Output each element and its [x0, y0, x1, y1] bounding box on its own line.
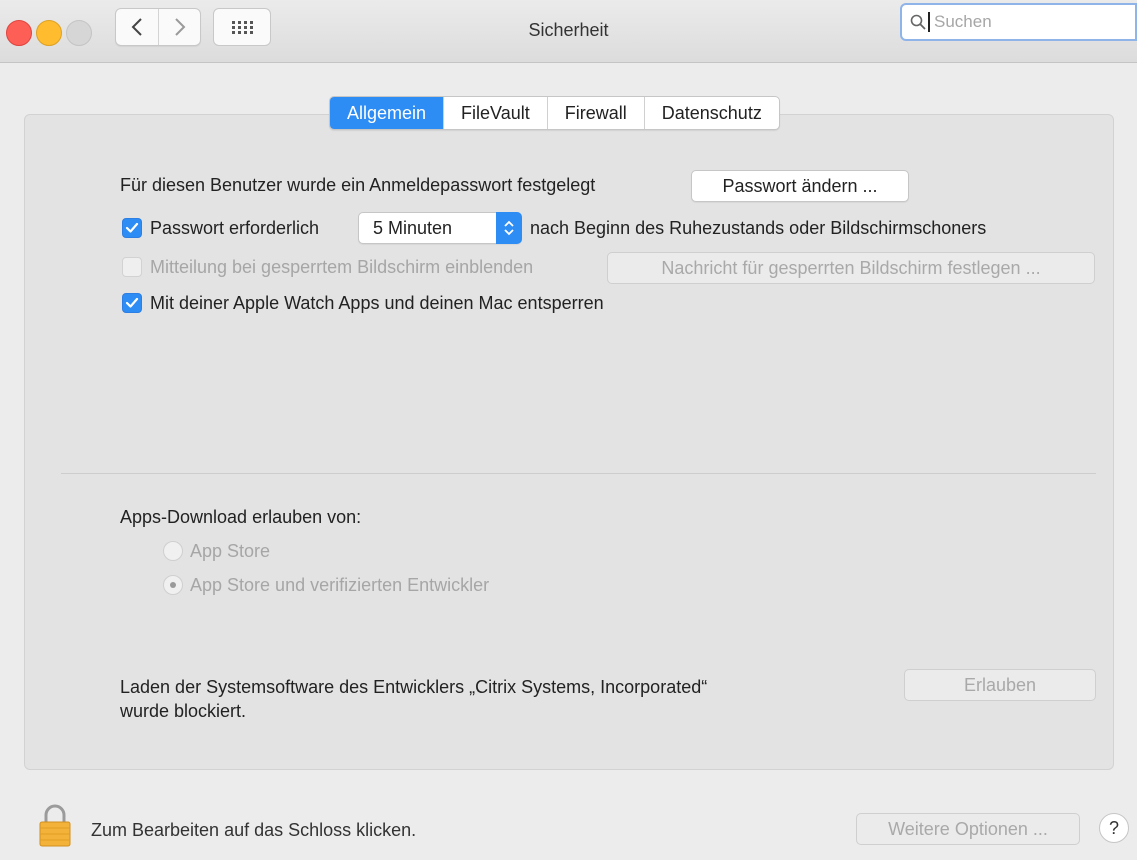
search-icon: [910, 14, 926, 30]
checkmark-icon: [125, 222, 139, 233]
login-password-text: Für diesen Benutzer wurde ein Anmeldepas…: [120, 175, 596, 195]
require-password-suffix: nach Beginn des Ruhezustands oder Bildsc…: [530, 218, 987, 238]
search-input[interactable]: [928, 12, 1124, 32]
tab-filevault[interactable]: FileVault: [443, 97, 547, 129]
radio-selected-dot: [170, 582, 176, 588]
password-delay-value: 5 Minuten: [373, 218, 453, 238]
set-lock-message-button[interactable]: Nachricht für gesperrten Bildschirm fest…: [607, 252, 1095, 284]
blocked-text-line1: Laden der Systemsoftware des Entwicklers…: [120, 677, 708, 697]
radio-app-store-label: App Store: [190, 541, 271, 561]
require-password-label: Passwort erforderlich: [150, 218, 320, 238]
title-bar: Sicherheit: [0, 0, 1137, 63]
allow-button[interactable]: Erlauben: [904, 669, 1096, 701]
tab-datenschutz[interactable]: Datenschutz: [643, 97, 779, 129]
section-divider: [61, 473, 1096, 474]
lock-message-checkbox[interactable]: [122, 257, 142, 277]
require-password-checkbox[interactable]: [122, 218, 142, 238]
password-delay-popup[interactable]: 5 Minuten: [358, 212, 522, 244]
change-password-button[interactable]: Passwort ändern ...: [691, 170, 909, 202]
popup-arrows-icon: [496, 212, 522, 244]
apple-watch-label: Mit deiner Apple Watch Apps und deinen M…: [150, 293, 604, 313]
search-field[interactable]: [900, 3, 1137, 41]
lock-hint-text: Zum Bearbeiten auf das Schloss klicken.: [91, 820, 417, 840]
more-options-button[interactable]: Weitere Optionen ...: [856, 813, 1080, 845]
checkmark-icon: [125, 297, 139, 308]
radio-app-store-verified-label: App Store und verifizierten Entwickler: [190, 575, 490, 595]
radio-app-store-verified[interactable]: [163, 575, 183, 595]
blocked-text-line2: wurde blockiert.: [120, 701, 247, 721]
tab-allgemein[interactable]: Allgemein: [330, 97, 444, 129]
apple-watch-checkbox[interactable]: [122, 293, 142, 313]
help-button[interactable]: ?: [1099, 813, 1129, 843]
lock-message-label: Mitteilung bei gesperrtem Bildschirm ein…: [150, 257, 534, 277]
lock-icon[interactable]: [38, 804, 72, 848]
radio-app-store[interactable]: [163, 541, 183, 561]
downloads-heading: Apps-Download erlauben von:: [120, 507, 362, 527]
tab-bar: Allgemein FileVault Firewall Datenschutz: [329, 96, 780, 130]
tab-firewall[interactable]: Firewall: [546, 97, 644, 129]
